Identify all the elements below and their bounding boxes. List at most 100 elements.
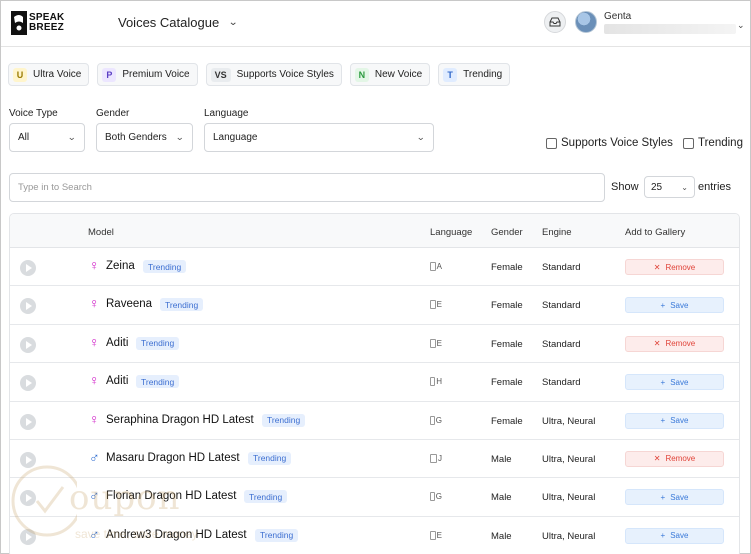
save-button[interactable]: + Save [625,297,724,314]
gender-label: Gender [96,108,130,119]
plus-icon: + [660,300,666,310]
entries-value: 25 [651,181,663,193]
table-row: ♂ Florian Dragon HD Latest Trending G Ma… [10,478,739,517]
supports-voice-styles-checkbox[interactable] [546,137,557,149]
voice-name: Seraphina Dragon HD Latest [106,413,254,426]
play-icon[interactable] [20,413,36,430]
language-value: Language [213,132,258,143]
user-avatar[interactable] [575,11,597,33]
entries-per-page-select[interactable]: 25 ⌄ [644,176,695,198]
male-symbol-icon: ♂ [89,525,100,542]
col-model[interactable]: Model [88,227,114,238]
gender-cell: Male [491,492,512,504]
col-engine[interactable]: Engine [542,227,572,238]
language-flag-icon: G [430,414,442,427]
voice-name: Raveena [106,298,153,311]
language-flag-icon: E [430,337,442,350]
female-symbol-icon: ♀ [89,372,100,389]
remove-button[interactable]: ✕ Remove [625,335,724,352]
play-icon[interactable] [20,260,36,276]
user-name[interactable]: Genta [604,11,631,22]
play-icon[interactable] [20,336,36,353]
gender-cell: Female [491,262,523,273]
chip-premium-voice[interactable]: P Premium Voice [97,63,198,86]
user-menu-chevron-icon[interactable]: ⌄ [737,20,745,31]
table-row: ♀ Aditi Trending E Female Standard ✕ Rem… [10,325,739,364]
col-language[interactable]: Language [430,227,472,238]
language-flag-icon: H [430,375,442,388]
catalogue-dropdown[interactable]: Voices Catalogue ⌄ [118,15,238,30]
gender-cell: Female [491,338,523,350]
save-button[interactable]: + Save [625,374,724,391]
voice-name: Zeina [106,260,135,272]
speakbreez-logo[interactable]: SPEAK BREEZ [11,8,71,38]
chip-new-voice[interactable]: N New Voice [349,63,431,86]
gender-cell: Male [491,530,512,542]
voice-styles-badge: VS [210,67,231,82]
remove-button[interactable]: ✕ Remove [625,450,724,467]
female-symbol-icon: ♀ [89,410,100,427]
remove-button[interactable]: ✕ Remove [625,259,724,275]
plus-icon: + [660,492,666,502]
save-button[interactable]: + Save [625,412,724,429]
trending-filter[interactable]: Trending [683,137,743,149]
play-icon[interactable] [20,375,36,392]
engine-cell: Standard [542,377,581,389]
search-input[interactable]: Type in to Search [9,173,605,202]
play-icon[interactable] [20,490,36,507]
gender-cell: Female [491,377,523,389]
gender-select[interactable]: Both Genders ⌄ [96,123,193,152]
logo-text: SPEAK BREEZ [29,12,65,33]
voice-name: Aditi [106,375,129,388]
language-flag-icon: E [430,529,442,542]
trending-badge: Trending [136,336,180,350]
table-body: ♀ Zeina Trending A Female Standard ✕ Rem… [10,248,739,554]
trending-checkbox[interactable] [683,137,694,149]
play-icon[interactable] [20,451,36,468]
play-icon[interactable] [20,298,36,315]
voices-table: Model Language Gender Engine Add to Gall… [9,213,740,554]
premium-badge: P [102,67,117,82]
inbox-button[interactable] [544,11,566,33]
language-select[interactable]: Language ⌄ [204,123,434,152]
chip-label: Premium Voice [122,69,190,80]
entries-label: entries [698,181,732,193]
supports-voice-styles-label: Supports Voice Styles [561,137,673,149]
plus-icon: + [660,531,666,541]
col-gender[interactable]: Gender [491,227,523,238]
engine-cell: Ultra, Neural [542,530,596,542]
chip-trending[interactable]: T Trending [438,63,511,86]
ultra-badge: U [13,67,27,82]
chip-supports-voice-styles[interactable]: VS Supports Voice Styles [205,63,342,86]
chip-label: Ultra Voice [33,69,82,80]
engine-cell: Standard [542,338,581,350]
trending-badge: Trending [160,298,204,312]
save-button[interactable]: + Save [625,527,724,544]
trending-badge: Trending [255,528,299,542]
gender-cell: Female [491,300,523,312]
female-symbol-icon: ♀ [89,333,100,350]
save-button[interactable]: + Save [625,489,724,506]
engine-cell: Standard [542,300,581,312]
language-flag-icon: J [430,452,442,465]
supports-voice-styles-filter[interactable]: Supports Voice Styles [546,137,673,149]
language-label: Language [204,108,249,119]
engine-cell: Ultra, Neural [542,453,596,465]
language-flag-icon: E [430,298,442,311]
chevron-down-icon: ⌄ [175,132,185,142]
chip-label: Supports Voice Styles [236,69,334,80]
trending-badge: Trending [143,260,187,273]
female-symbol-icon: ♀ [89,257,100,273]
show-label: Show [611,181,639,193]
voice-type-select[interactable]: All ⌄ [9,123,85,152]
close-icon: ✕ [653,339,661,349]
chip-ultra-voice[interactable]: U Ultra Voice [8,63,90,86]
chevron-down-icon: ⌄ [67,132,77,142]
voice-legend: U Ultra Voice P Premium Voice VS Support… [8,63,511,86]
table-row: ♂ Masaru Dragon HD Latest Trending J Mal… [10,440,739,479]
trending-badge: Trending [248,451,292,465]
voice-name: Masaru Dragon HD Latest [106,451,240,464]
play-icon[interactable] [20,528,36,545]
table-row: ♀ Zeina Trending A Female Standard ✕ Rem… [10,248,739,287]
logo-mark-icon [11,11,27,35]
